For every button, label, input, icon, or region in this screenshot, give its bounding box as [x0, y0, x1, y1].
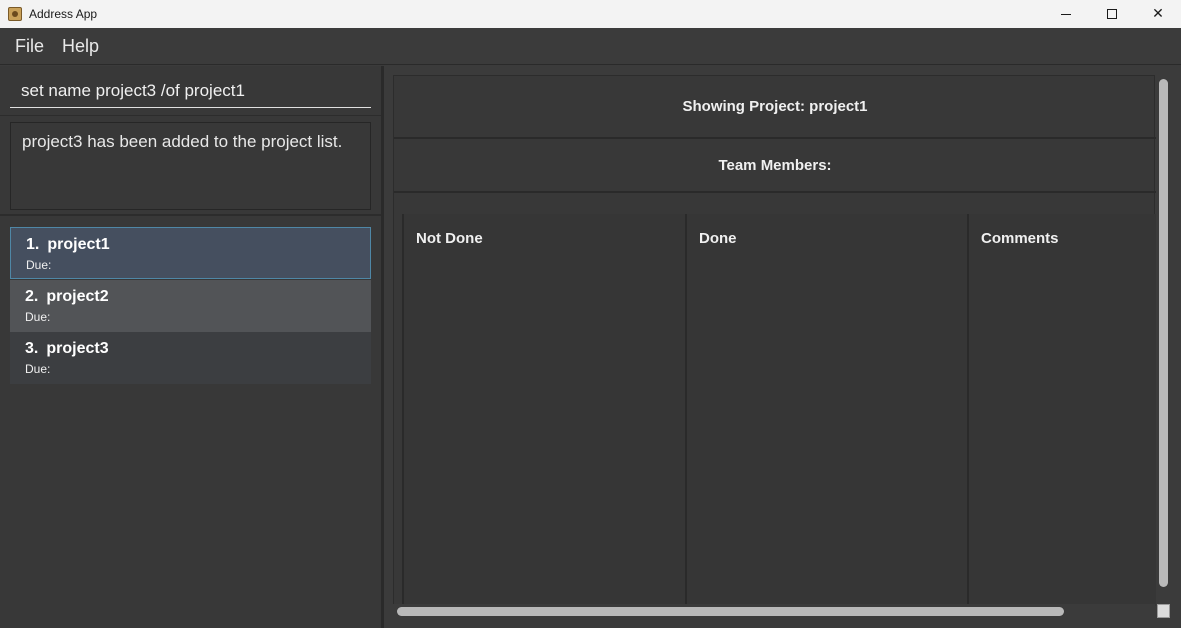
minimize-button[interactable]: [1043, 0, 1089, 28]
project-card[interactable]: 1. project1 Due:: [10, 227, 371, 279]
scroll-corner: [1157, 604, 1170, 618]
right-panel: Showing Project: project1 Team Members: …: [384, 66, 1181, 628]
close-icon: ✕: [1152, 6, 1164, 22]
team-members-header: Team Members:: [394, 139, 1156, 193]
left-panel: project3 has been added to the project l…: [0, 66, 381, 628]
project-due: Due:: [26, 258, 52, 272]
column-not-done: Not Done: [402, 214, 685, 606]
vertical-scrollbar[interactable]: [1156, 75, 1170, 605]
project-index: 2.: [25, 288, 39, 305]
project-name: project3: [46, 340, 109, 357]
menu-file[interactable]: File: [6, 36, 53, 57]
column-not-done-label: Not Done: [416, 230, 483, 247]
maximize-button[interactable]: [1089, 0, 1135, 28]
project-card[interactable]: 3. project3 Due:: [10, 332, 371, 384]
project-name: project2: [46, 288, 109, 305]
window-controls: ✕: [1043, 0, 1181, 28]
project-title: 1. project1: [26, 236, 355, 254]
project-due: Due:: [25, 362, 51, 376]
project-title: 3. project3: [25, 340, 356, 358]
command-box: [0, 66, 381, 116]
menu-help[interactable]: Help: [53, 36, 108, 57]
result-display: project3 has been added to the project l…: [10, 122, 371, 210]
column-done: Done: [685, 214, 967, 606]
project-index: 3.: [25, 340, 39, 357]
project-list[interactable]: 1. project1 Due: 2. project2 Due: 3. projec…: [0, 218, 381, 628]
minimize-icon: [1061, 13, 1071, 15]
horizontal-scroll-thumb[interactable]: [397, 607, 1064, 616]
vertical-scroll-thumb[interactable]: [1159, 79, 1168, 587]
column-comments-label: Comments: [981, 230, 1059, 247]
command-input[interactable]: [10, 74, 371, 108]
column-comments: Comments: [967, 214, 1156, 606]
column-done-label: Done: [699, 230, 737, 247]
showing-project-header: Showing Project: project1: [394, 76, 1156, 139]
address-book-icon: [8, 7, 22, 21]
menu-bar: File Help: [0, 28, 1181, 65]
horizontal-scrollbar[interactable]: [393, 604, 1155, 618]
project-due: Due:: [25, 310, 51, 324]
project-detail-panel: Showing Project: project1 Team Members: …: [393, 75, 1156, 606]
close-button[interactable]: ✕: [1135, 0, 1181, 28]
project-card[interactable]: 2. project2 Due:: [10, 280, 371, 332]
project-title: 2. project2: [25, 288, 356, 306]
app-window: Address App ✕ File Help project3 has bee…: [0, 0, 1181, 628]
task-columns: Not Done Done Comments: [402, 214, 1156, 606]
title-bar: Address App ✕: [0, 0, 1181, 28]
project-name: project1: [47, 236, 110, 253]
project-index: 1.: [26, 236, 40, 253]
result-panel: project3 has been added to the project l…: [0, 116, 381, 216]
maximize-icon: [1107, 9, 1117, 19]
window-title: Address App: [29, 7, 98, 21]
